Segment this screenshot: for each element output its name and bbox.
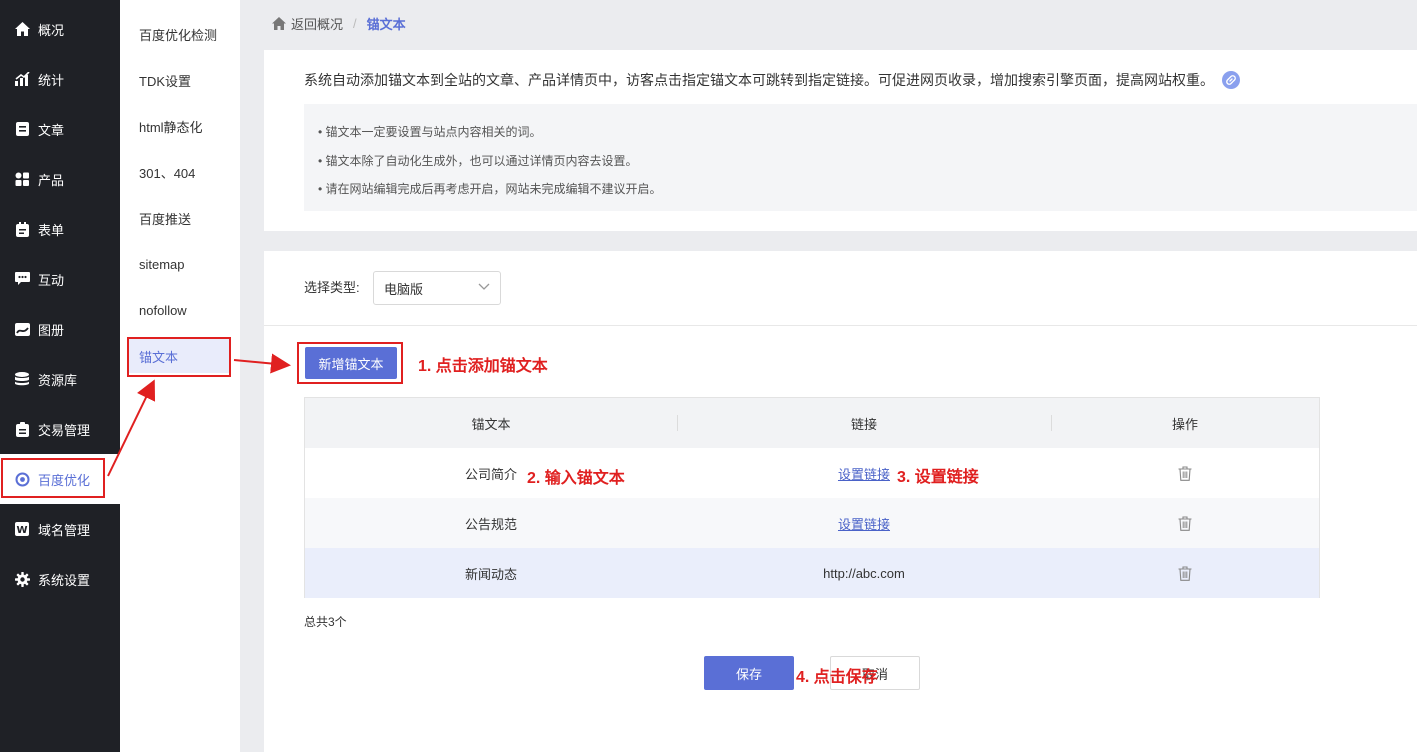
actions-cell: [1051, 448, 1319, 498]
annotation-step-2: 2. 输入锚文本: [527, 470, 625, 487]
product-icon: [14, 171, 30, 187]
sidebar-item-interaction[interactable]: 互动: [0, 254, 120, 304]
highlight-box-sidebar: [1, 458, 105, 498]
sidebar-item-label: 表单: [38, 222, 65, 238]
tip-item: • 请在网站编辑完成后再考虑开启，网站未完成编辑不建议开启。: [318, 182, 662, 196]
sidebar-item-trade[interactable]: 交易管理: [0, 404, 120, 454]
sidebar-item-articles[interactable]: 文章: [0, 104, 120, 154]
sidebar-item-label: 图册: [38, 322, 65, 338]
chevron-down-icon: [478, 283, 490, 290]
sidebar-item-label: 互动: [38, 272, 65, 288]
domain-icon: W: [14, 521, 30, 537]
sidebar-item-label: 交易管理: [38, 422, 91, 438]
breadcrumb-current: 锚文本: [366, 16, 406, 32]
description-text: 系统自动添加锚文本到全站的文章、产品详情页中，访客点击指定锚文本可跳转到指定链接…: [304, 72, 1214, 88]
type-select[interactable]: 电脑版: [373, 271, 501, 305]
annotation-step-3: 3. 设置链接: [897, 469, 979, 486]
link-cell: 设置链接: [677, 498, 1051, 548]
table-row: 公司简介 设置链接: [305, 448, 1319, 498]
type-select-value: 电脑版: [384, 281, 424, 297]
trash-icon[interactable]: [1178, 565, 1192, 581]
form-icon: [14, 221, 30, 237]
tip-item: • 锚文本一定要设置与站点内容相关的词。: [318, 125, 542, 139]
column-header-link: 链接: [850, 416, 877, 432]
sidebar-item-album[interactable]: 图册: [0, 304, 120, 354]
highlight-box-subnav: [127, 337, 231, 377]
trash-icon[interactable]: [1178, 515, 1192, 531]
sidebar-item-settings[interactable]: 系统设置: [0, 554, 120, 604]
subnav-item-seo-check[interactable]: 百度优化检测: [128, 17, 230, 51]
sidebar-item-forms[interactable]: 表单: [0, 204, 120, 254]
column-header-anchor: 锚文本: [471, 416, 511, 432]
table-header: 锚文本 链接 操作: [305, 398, 1319, 448]
album-icon: [14, 321, 30, 337]
subnav-item-301-404[interactable]: 301、404: [128, 155, 230, 189]
link-cell: http://abc.com: [823, 565, 905, 581]
subnav-item-nofollow[interactable]: nofollow: [128, 293, 230, 327]
main-sidebar: 概况 统计 文章 产品 表单 互动 图册 资源库 交易管理 百度优化 W 域名管…: [0, 0, 120, 752]
sidebar-item-label: 产品: [38, 172, 65, 188]
save-button[interactable]: 保存: [704, 656, 794, 690]
tip-item: • 锚文本除了自动化生成外，也可以通过详情页内容去设置。: [318, 154, 638, 168]
sidebar-item-stats[interactable]: 统计: [0, 54, 120, 104]
sidebar-item-label: 域名管理: [38, 522, 91, 538]
sidebar-item-resources[interactable]: 资源库: [0, 354, 120, 404]
breadcrumb-back-link[interactable]: 返回概况: [291, 14, 343, 33]
link-icon[interactable]: [1222, 71, 1240, 89]
subnav-item-sitemap[interactable]: sitemap: [128, 247, 230, 281]
link-cell: 设置链接: [677, 448, 1051, 498]
home-icon: [14, 21, 30, 37]
sidebar-item-label: 概况: [38, 22, 65, 38]
subnav-item-tdk[interactable]: TDK设置: [128, 63, 230, 97]
type-select-label: 选择类型:: [304, 280, 360, 295]
article-icon: [14, 121, 30, 137]
sidebar-item-domain[interactable]: W 域名管理: [0, 504, 120, 554]
annotation-step-4: 4. 点击保存: [796, 669, 878, 686]
chat-icon: [14, 271, 30, 287]
table-row: 公告规范 设置链接: [305, 498, 1319, 548]
database-icon: [14, 371, 30, 387]
stats-icon: [14, 71, 30, 87]
set-link-button[interactable]: 设置链接: [838, 514, 890, 533]
info-card: 系统自动添加锚文本到全站的文章、产品详情页中，访客点击指定锚文本可跳转到指定链接…: [264, 50, 1417, 231]
set-link-button[interactable]: 设置链接: [838, 464, 890, 483]
total-count: 总共3个: [304, 615, 347, 629]
anchor-text-table: 锚文本 链接 操作 公司简介 设置链接 公告规范 设置链接 新闻动态 http:…: [304, 397, 1320, 598]
sidebar-item-label: 文章: [38, 122, 65, 138]
sidebar-item-label: 系统设置: [38, 572, 91, 588]
trash-icon[interactable]: [1178, 465, 1192, 481]
actions-cell: [1051, 548, 1319, 598]
tips-box: • 锚文本一定要设置与站点内容相关的词。 • 锚文本除了自动化生成外，也可以通过…: [304, 104, 1417, 211]
home-icon: [272, 16, 286, 30]
sidebar-item-products[interactable]: 产品: [0, 154, 120, 204]
subnav-item-baidu-push[interactable]: 百度推送: [128, 201, 230, 235]
sidebar-item-label: 资源库: [38, 372, 78, 388]
actions-cell: [1051, 498, 1319, 548]
sidebar-item-label: 统计: [38, 72, 65, 88]
feature-description: 系统自动添加锚文本到全站的文章、产品详情页中，访客点击指定锚文本可跳转到指定链接…: [304, 70, 1240, 90]
trade-icon: [14, 421, 30, 437]
svg-text:W: W: [16, 525, 27, 536]
gear-icon: [14, 571, 30, 587]
highlight-box-add-button: [297, 342, 403, 384]
breadcrumb: 返回概况 / 锚文本: [272, 12, 406, 34]
column-header-actions: 操作: [1171, 416, 1198, 432]
anchor-text-cell: 新闻动态: [464, 566, 517, 582]
annotation-step-1: 1. 点击添加锚文本: [418, 358, 548, 375]
sidebar-item-overview[interactable]: 概况: [0, 4, 120, 54]
subnav-item-html-static[interactable]: html静态化: [128, 109, 230, 143]
anchor-text-cell: 公告规范: [464, 516, 517, 532]
table-row: 新闻动态 http://abc.com: [305, 548, 1319, 598]
breadcrumb-separator: /: [353, 15, 357, 31]
divider: [264, 325, 1417, 326]
